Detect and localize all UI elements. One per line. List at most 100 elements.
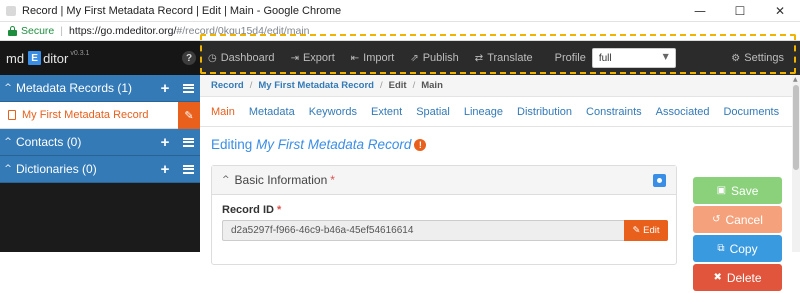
record-id-label: Record ID * — [222, 204, 282, 216]
breadcrumb-separator: / — [412, 80, 416, 91]
tab-documents[interactable]: Documents — [716, 106, 786, 118]
maximize-button[interactable]: ☐ — [720, 0, 760, 22]
top-navbar: ◷ Dashboard ⇥ Export ⇤ Import ⇗ Publish … — [200, 34, 800, 75]
nav-label[interactable]: Import — [363, 52, 394, 64]
breadcrumb-separator: / — [249, 80, 253, 91]
sidebar-section-contacts[interactable]: ^ Contacts (0) + — [0, 129, 200, 156]
tab-lineage[interactable]: Lineage — [457, 106, 510, 118]
sidebar-record-item[interactable]: My First Metadata Record ✎ — [0, 101, 200, 129]
brand-name: ditor — [43, 50, 69, 66]
nav-export[interactable]: ⇥ Export — [283, 52, 343, 64]
sidebar: md E ditor v0.3.1 ? ^ Metadata Records (… — [0, 41, 200, 252]
lock-icon — [8, 26, 17, 36]
nav-settings[interactable]: ⚙ Settings — [723, 52, 792, 64]
nav-label[interactable]: Dashboard — [221, 52, 275, 64]
nav-label[interactable]: Export — [303, 52, 335, 64]
breadcrumb-record[interactable]: Record — [211, 80, 244, 91]
translate-icon: ⇄ — [474, 52, 484, 64]
nav-label[interactable]: Translate — [487, 52, 532, 64]
pencil-icon: ✎ — [632, 225, 641, 236]
brand-logo[interactable]: md E ditor v0.3.1 ? — [0, 41, 200, 75]
tab-spatial[interactable]: Spatial — [409, 106, 457, 118]
help-icon[interactable]: ? — [182, 51, 196, 65]
url-path[interactable]: #/record/0kgu15d4/edit/main — [176, 25, 309, 37]
brand-md: md — [6, 50, 25, 66]
sidebar-section-label[interactable]: Metadata Records (1) — [16, 81, 154, 95]
info-icon[interactable]: ! — [414, 139, 427, 151]
cancel-label: Cancel — [725, 212, 763, 227]
record-id-field[interactable]: d2a5297f-f966-46c9-b46a-45ef54616614 — [222, 220, 624, 241]
import-icon: ⇤ — [350, 52, 360, 64]
profile-select[interactable]: full ▼ — [591, 48, 676, 68]
action-buttons: ▣ Save ↺ Cancel ⧉ Copy ✖ Delete — [693, 177, 782, 293]
brand-version: v0.3.1 — [70, 49, 90, 57]
sidebar-section-label[interactable]: Contacts (0) — [16, 135, 154, 149]
save-button[interactable]: ▣ Save — [693, 177, 782, 204]
page-favicon-icon — [6, 5, 16, 16]
undo-icon: ↺ — [712, 214, 721, 225]
breadcrumb-separator: / — [380, 80, 383, 91]
nav-dashboard[interactable]: ◷ Dashboard — [200, 52, 283, 64]
profile-value[interactable]: full — [599, 53, 612, 64]
list-dictionaries-button[interactable] — [176, 156, 200, 183]
panel-toggle-button[interactable] — [653, 174, 666, 187]
copy-label: Copy — [729, 241, 758, 256]
tab-constraints[interactable]: Constraints — [579, 106, 649, 118]
scroll-up-icon[interactable]: ▲ — [793, 76, 798, 83]
tab-metadata[interactable]: Metadata — [242, 106, 302, 118]
save-icon: ▣ — [716, 185, 727, 196]
breadcrumb-record-name[interactable]: My First Metadata Record — [258, 80, 374, 91]
scrollbar-thumb[interactable] — [793, 85, 799, 170]
tab-keywords[interactable]: Keywords — [302, 106, 364, 118]
add-dictionary-button[interactable]: + — [154, 156, 176, 183]
chevron-up-icon[interactable]: ^ — [0, 83, 16, 93]
add-contact-button[interactable]: + — [154, 129, 176, 156]
edit-label: Edit — [643, 225, 660, 236]
add-record-button[interactable]: + — [154, 75, 176, 102]
window-title: Record | My First Metadata Record | Edit… — [22, 4, 342, 17]
tab-distribution[interactable]: Distribution — [510, 106, 579, 118]
copy-icon: ⧉ — [717, 243, 725, 254]
close-window-button[interactable]: ✕ — [760, 0, 800, 22]
sidebar-section-label[interactable]: Dictionaries (0) — [16, 162, 154, 176]
publish-icon: ⇗ — [410, 52, 419, 64]
heading-prefix: Editing — [211, 137, 257, 152]
dashboard-icon: ◷ — [208, 52, 217, 64]
delete-button[interactable]: ✖ Delete — [693, 264, 782, 291]
tab-extent[interactable]: Extent — [364, 106, 409, 118]
copy-button[interactable]: ⧉ Copy — [693, 235, 782, 262]
sidebar-section-dictionaries[interactable]: ^ Dictionaries (0) + — [0, 156, 200, 183]
secure-label: Secure — [21, 25, 55, 37]
nav-label[interactable]: Publish — [423, 52, 459, 64]
profile-label: Profile — [554, 52, 586, 64]
chevron-up-icon[interactable]: ^ — [222, 175, 230, 185]
chevron-up-icon[interactable]: ^ — [0, 164, 16, 174]
sidebar-section-metadata-records[interactable]: ^ Metadata Records (1) + — [0, 75, 200, 102]
address-separator: | — [60, 25, 64, 37]
edit-record-button[interactable]: ✎ — [178, 101, 200, 129]
list-contacts-button[interactable] — [176, 129, 200, 156]
url-host[interactable]: https://go.mdeditor.org/ — [69, 25, 176, 37]
breadcrumb: Record / My First Metadata Record / Edit… — [200, 75, 792, 97]
page-scrollbar[interactable]: ▲ — [792, 75, 800, 252]
list-records-button[interactable] — [176, 75, 200, 102]
browser-title-bar: Record | My First Metadata Record | Edit… — [0, 0, 800, 22]
list-icon — [182, 83, 194, 93]
nav-import[interactable]: ⇤ Import — [343, 52, 403, 64]
chevron-up-icon[interactable]: ^ — [0, 137, 16, 147]
edit-record-id-button[interactable]: ✎ Edit — [624, 220, 668, 241]
basic-information-panel: ^ Basic Information * Record ID * d2a5297… — [211, 165, 677, 265]
tab-associated[interactable]: Associated — [649, 106, 717, 118]
nav-translate[interactable]: ⇄ Translate — [467, 52, 541, 64]
chevron-down-icon: ▼ — [662, 52, 669, 61]
nav-label[interactable]: Settings — [744, 52, 784, 64]
save-label: Save — [731, 183, 759, 198]
sidebar-record-label[interactable]: My First Metadata Record — [22, 109, 178, 121]
panel-header[interactable]: ^ Basic Information * — [212, 166, 676, 195]
minimize-button[interactable]: — — [680, 0, 720, 22]
delete-icon: ✖ — [713, 272, 722, 283]
tab-main[interactable]: Main — [204, 106, 242, 118]
cancel-button[interactable]: ↺ Cancel — [693, 206, 782, 233]
address-bar[interactable]: Secure | https://go.mdeditor.org/#/recor… — [0, 22, 800, 41]
nav-publish[interactable]: ⇗ Publish — [402, 52, 466, 64]
